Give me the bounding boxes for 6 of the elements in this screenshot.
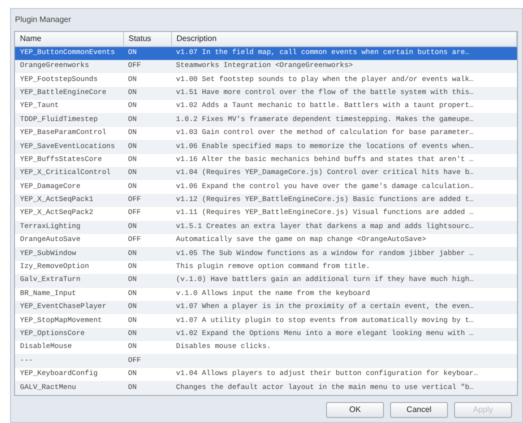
column-header[interactable]: Status xyxy=(123,32,171,46)
dialog-button[interactable]: OK xyxy=(326,402,384,418)
column-header[interactable]: Name xyxy=(15,32,123,46)
window-title: Plugin Manager xyxy=(14,14,72,26)
dialog-button[interactable]: Cancel xyxy=(390,402,448,418)
column-header[interactable]: Description xyxy=(171,32,516,46)
